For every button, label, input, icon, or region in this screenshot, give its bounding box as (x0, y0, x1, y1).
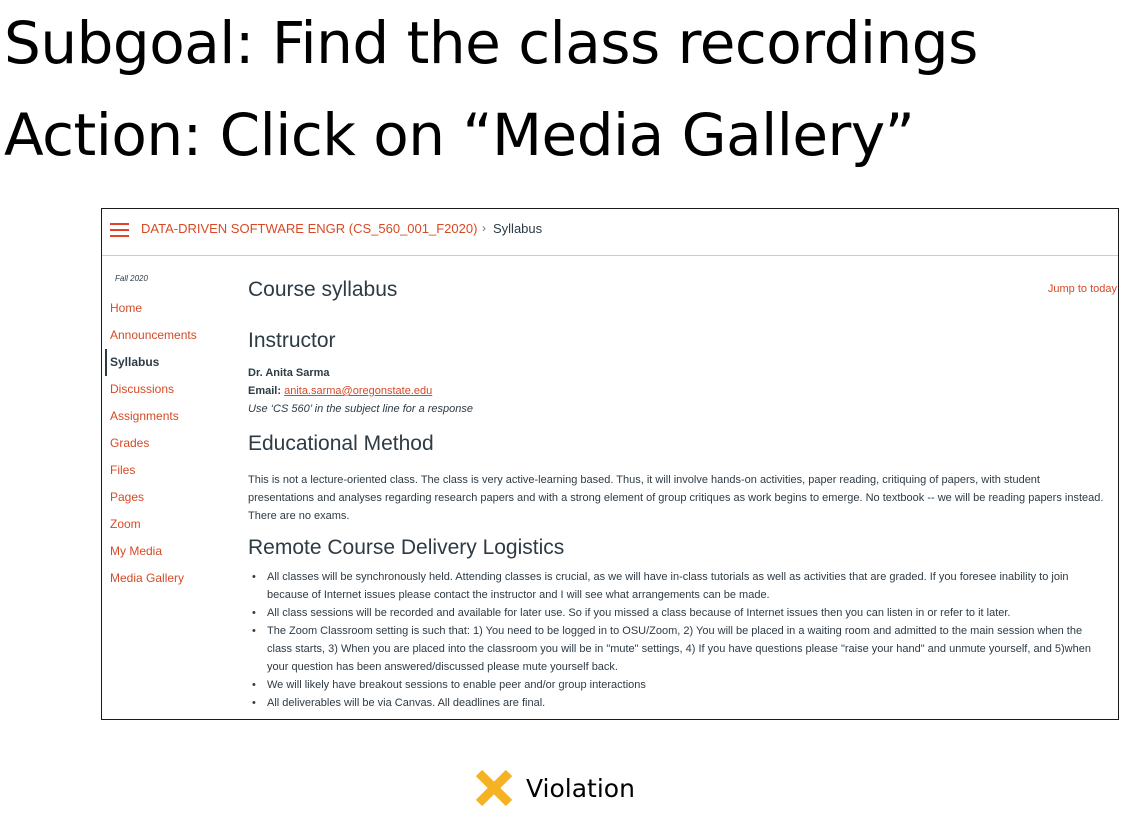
list-item: All class sessions will be recorded and … (248, 604, 1108, 622)
x-mark-icon (475, 769, 513, 807)
action-title: Action: Click on “Media Gallery” (4, 101, 915, 169)
nav-item-media-gallery[interactable]: Media Gallery (110, 571, 184, 585)
nav-item-syllabus[interactable]: Syllabus (110, 355, 159, 369)
method-paragraph: This is not a lecture-oriented class. Th… (248, 474, 1104, 522)
nav-item-my-media[interactable]: My Media (110, 544, 162, 558)
email-label: Email: (248, 385, 282, 397)
nav-item-home[interactable]: Home (110, 301, 142, 315)
page-title: Course syllabus (248, 278, 398, 301)
jump-to-today-link[interactable]: Jump to today (1048, 283, 1117, 295)
list-item: The Zoom Classroom setting is such that:… (248, 622, 1108, 676)
instructor-heading: Instructor (248, 329, 336, 352)
email-row: Email: anita.sarma@oregonstate.edu (248, 385, 432, 397)
remote-heading: Remote Course Delivery Logistics (248, 536, 565, 559)
canvas-screenshot: DATA-DRIVEN SOFTWARE ENGR (CS_560_001_F2… (101, 208, 1119, 720)
nav-item-assignments[interactable]: Assignments (110, 409, 179, 423)
nav-item-announcements[interactable]: Announcements (110, 328, 197, 342)
hamburger-menu-icon[interactable] (110, 223, 129, 238)
verdict-label: Violation (526, 773, 635, 803)
nav-item-grades[interactable]: Grades (110, 436, 149, 450)
nav-item-zoom[interactable]: Zoom (110, 517, 141, 531)
nav-item-pages[interactable]: Pages (110, 490, 144, 504)
syllabus-content: Course syllabus Jump to today Instructor… (248, 209, 1118, 719)
list-item: All deliverables will be via Canvas. All… (248, 694, 1108, 712)
subgoal-title: Subgoal: Find the class recordings (4, 9, 978, 77)
nav-item-discussions[interactable]: Discussions (110, 382, 174, 396)
active-indicator (105, 349, 107, 376)
list-item: All classes will be synchronously held. … (248, 568, 1108, 604)
method-heading: Educational Method (248, 432, 434, 455)
email-note: Use ‘CS 560’ in the subject line for a r… (248, 403, 474, 415)
list-item: We will likely have breakout sessions to… (248, 676, 1108, 694)
instructor-name: Dr. Anita Sarma (248, 367, 330, 379)
email-link[interactable]: anita.sarma@oregonstate.edu (284, 385, 432, 397)
logistics-list: All classes will be synchronously held. … (248, 568, 1108, 712)
nav-item-files[interactable]: Files (110, 463, 135, 477)
verdict: Violation (472, 764, 635, 812)
term-label: Fall 2020 (115, 274, 148, 283)
